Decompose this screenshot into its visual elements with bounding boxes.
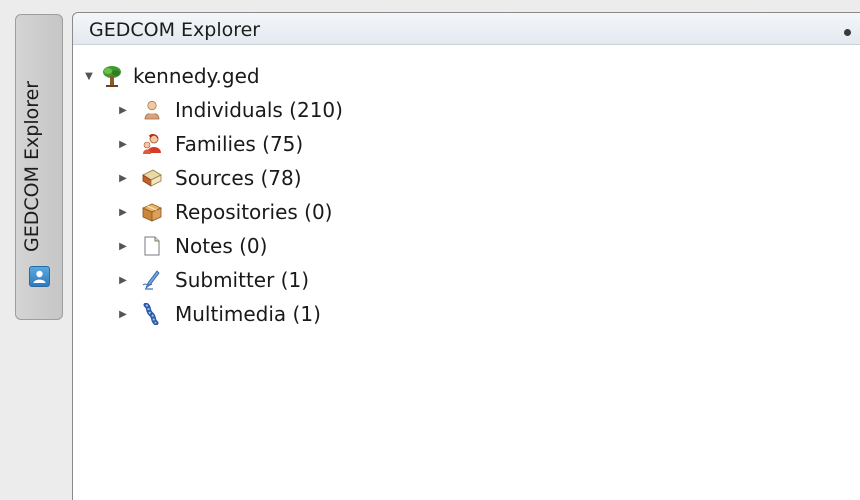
contact-card-icon xyxy=(29,266,50,287)
tree-item-label: Multimedia (1) xyxy=(175,302,321,326)
gedcom-explorer-panel: GEDCOM Explorer ▼ kennedy.ged ▶ Individu… xyxy=(72,12,860,500)
tree-item-label: Sources (78) xyxy=(175,166,302,190)
tree-item-families[interactable]: ▶ Families (75) xyxy=(117,127,303,161)
expand-arrow-right-icon[interactable]: ▶ xyxy=(117,240,129,252)
expand-arrow-right-icon[interactable]: ▶ xyxy=(117,274,129,286)
note-icon xyxy=(141,235,163,257)
box-icon xyxy=(141,201,163,223)
tree-item-label: Individuals (210) xyxy=(175,98,343,122)
tree-icon xyxy=(101,65,123,87)
app-window: GEDCOM Explorer GEDCOM Explorer ▼ kenned… xyxy=(0,0,860,500)
panel-header: GEDCOM Explorer xyxy=(73,13,860,45)
tree-item-submitter[interactable]: ▶ Submitter (1) xyxy=(117,263,309,297)
sidebar-tab-label: GEDCOM Explorer xyxy=(21,80,43,252)
tree-item-multimedia[interactable]: ▶ Multimedia (1) xyxy=(117,297,321,331)
expand-arrow-right-icon[interactable]: ▶ xyxy=(117,138,129,150)
book-icon xyxy=(141,167,163,189)
panel-menu-dot-icon[interactable] xyxy=(844,29,851,36)
tree-item-label: Repositories (0) xyxy=(175,200,333,224)
expand-arrow-right-icon[interactable]: ▶ xyxy=(117,104,129,116)
person-icon xyxy=(141,99,163,121)
tree-item-label: Notes (0) xyxy=(175,234,268,258)
family-icon xyxy=(141,133,163,155)
submitter-icon xyxy=(141,269,163,291)
tree-item-sources[interactable]: ▶ Sources (78) xyxy=(117,161,302,195)
expand-arrow-right-icon[interactable]: ▶ xyxy=(117,308,129,320)
expand-arrow-right-icon[interactable]: ▶ xyxy=(117,206,129,218)
expand-arrow-down-icon[interactable]: ▼ xyxy=(83,70,95,82)
tree-item-repositories[interactable]: ▶ Repositories (0) xyxy=(117,195,332,229)
expand-arrow-right-icon[interactable]: ▶ xyxy=(117,172,129,184)
tree-item-notes[interactable]: ▶ Notes (0) xyxy=(117,229,267,263)
tree-item-individuals[interactable]: ▶ Individuals (210) xyxy=(117,93,343,127)
panel-title: GEDCOM Explorer xyxy=(89,19,261,41)
tree-root-row[interactable]: ▼ kennedy.ged xyxy=(83,59,260,93)
tree-root-label: kennedy.ged xyxy=(133,64,260,88)
tree-item-label: Families (75) xyxy=(175,132,304,156)
sidebar: GEDCOM Explorer xyxy=(0,0,70,500)
film-icon xyxy=(141,302,163,326)
tree-item-label: Submitter (1) xyxy=(175,268,310,292)
